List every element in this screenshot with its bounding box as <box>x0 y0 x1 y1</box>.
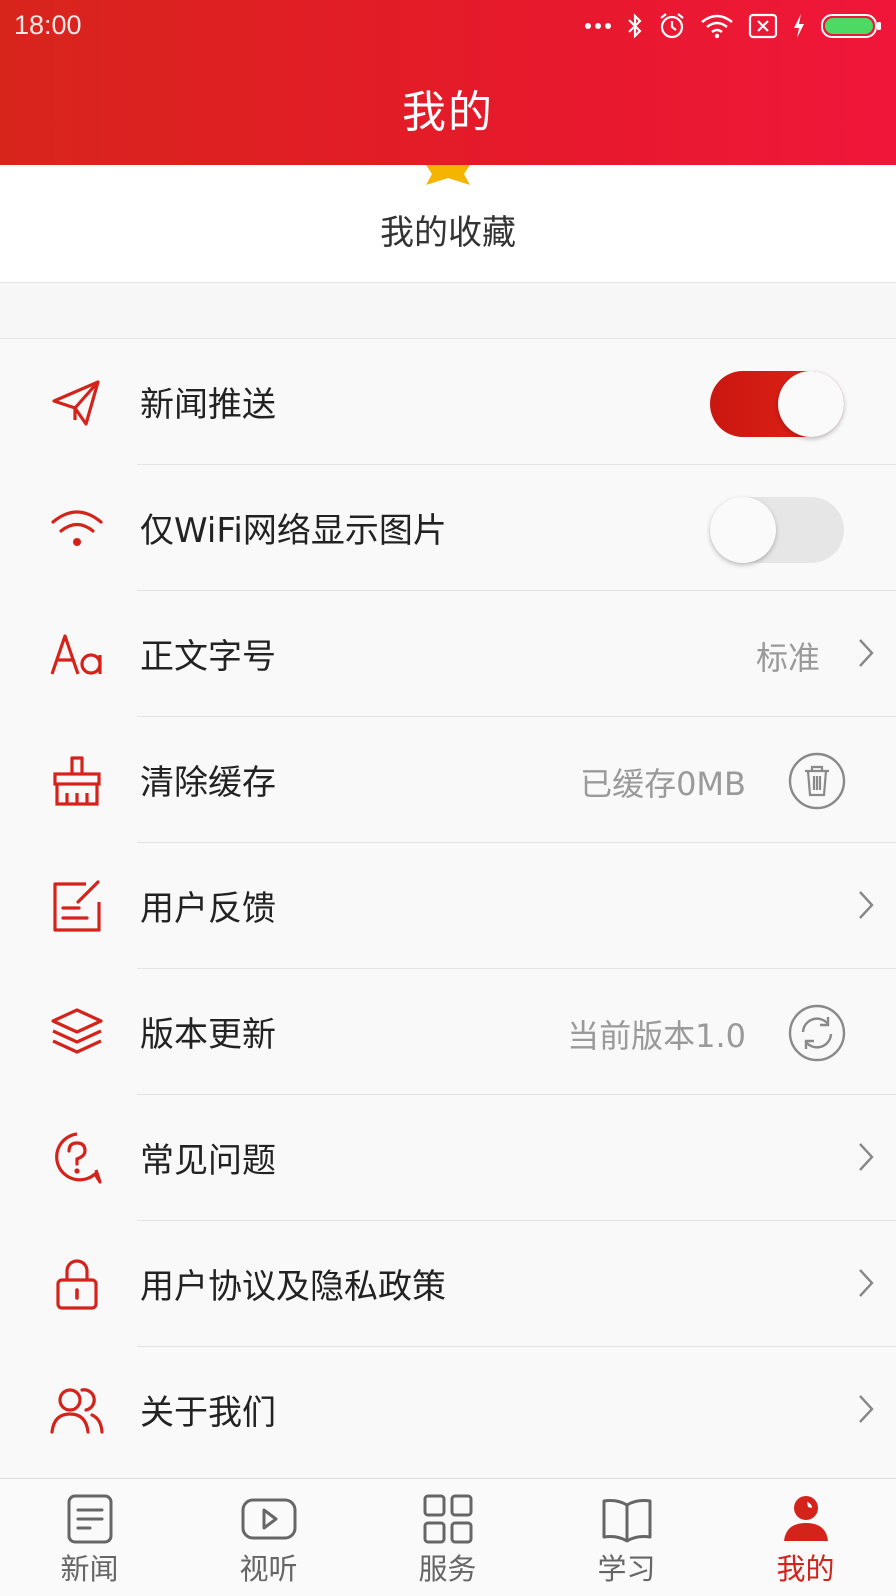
push-toggle[interactable] <box>710 371 844 437</box>
broom-icon <box>53 756 101 806</box>
chevron-right-icon <box>859 891 874 919</box>
bottom-tab-bar: 新闻 视听 服务 学习 我的 <box>0 1478 896 1596</box>
chevron-right-icon <box>859 1395 874 1423</box>
edit-icon <box>53 880 101 932</box>
tab-service[interactable]: 服务 <box>358 1479 537 1596</box>
settings-row-privacy[interactable]: 用户协议及隐私政策 <box>0 1221 896 1347</box>
tab-news-label: 新闻 <box>60 1552 119 1586</box>
wifi-label: 仅WiFi网络显示图片 <box>140 511 447 551</box>
privacy-label: 用户协议及隐私政策 <box>140 1267 446 1307</box>
tab-service-label: 服务 <box>418 1552 477 1586</box>
chevron-right-icon <box>859 639 874 667</box>
wifi-toggle[interactable] <box>710 497 844 563</box>
charging-icon <box>794 14 804 38</box>
trash-icon[interactable] <box>788 752 846 810</box>
tab-mine-label: 我的 <box>776 1552 835 1586</box>
question-icon <box>55 1132 102 1184</box>
faq-label: 常见问题 <box>140 1141 276 1181</box>
layers-icon <box>51 1008 103 1054</box>
battery-icon <box>821 14 881 38</box>
chevron-right-icon <box>859 1143 874 1171</box>
fontsize-label: 正文字号 <box>140 637 276 677</box>
tab-news[interactable]: 新闻 <box>0 1479 179 1596</box>
update-value: 当前版本1.0 <box>567 1017 746 1055</box>
video-icon <box>241 1498 297 1540</box>
settings-row-about[interactable]: 关于我们 <box>0 1347 896 1473</box>
wifi-icon <box>701 14 733 39</box>
refresh-icon[interactable] <box>788 1004 846 1062</box>
update-label: 版本更新 <box>140 1015 276 1055</box>
grid-icon <box>423 1494 473 1544</box>
settings-row-push: 新闻推送 <box>0 339 896 465</box>
send-icon <box>52 380 100 426</box>
toggle-knob <box>710 497 776 563</box>
status-bar: 18:00 <box>0 0 896 50</box>
lock-icon <box>56 1259 98 1310</box>
status-time: 18:00 <box>14 10 82 40</box>
profile-icon <box>784 1496 828 1541</box>
favorites-button[interactable]: 我的收藏 <box>0 165 896 283</box>
wifi-icon <box>51 510 103 546</box>
font-size-icon <box>50 634 102 675</box>
app-header: 18:00 我的 <box>0 0 896 165</box>
tab-study[interactable]: 学习 <box>537 1479 716 1596</box>
tab-study-label: 学习 <box>597 1552 656 1586</box>
bluetooth-icon <box>628 13 642 39</box>
fontsize-value: 标准 <box>755 639 820 677</box>
tab-video-label: 视听 <box>239 1552 298 1586</box>
book-icon <box>602 1499 652 1543</box>
settings-row-faq[interactable]: 常见问题 <box>0 1095 896 1221</box>
settings-row-feedback[interactable]: 用户反馈 <box>0 843 896 969</box>
toggle-knob <box>778 371 844 437</box>
settings-row-wifi: 仅WiFi网络显示图片 <box>0 465 896 591</box>
tab-video[interactable]: 视听 <box>179 1479 358 1596</box>
tab-mine[interactable]: 我的 <box>716 1479 895 1596</box>
settings-row-cache: 清除缓存 已缓存0MB <box>0 717 896 843</box>
alarm-icon <box>660 13 684 39</box>
news-icon <box>67 1494 113 1544</box>
star-icon <box>426 165 470 185</box>
more-dots-icon <box>585 23 611 29</box>
feedback-label: 用户反馈 <box>140 889 276 929</box>
chevron-right-icon <box>859 1269 874 1297</box>
about-label: 关于我们 <box>140 1393 276 1433</box>
status-icons <box>584 10 882 42</box>
settings-row-update: 版本更新 当前版本1.0 <box>0 969 896 1095</box>
users-icon <box>50 1388 104 1434</box>
settings-list: 新闻推送 仅WiFi网络显示图片 正文字号 标准 清除缓存 已缓存0MB 用户反… <box>0 338 896 1478</box>
cache-label: 清除缓存 <box>140 763 276 803</box>
cache-value: 已缓存0MB <box>580 765 746 803</box>
push-label: 新闻推送 <box>140 385 276 425</box>
favorites-label: 我的收藏 <box>380 213 516 253</box>
settings-row-fontsize[interactable]: 正文字号 标准 <box>0 591 896 717</box>
page-title: 我的 <box>402 87 494 138</box>
sim-off-icon <box>748 13 778 39</box>
